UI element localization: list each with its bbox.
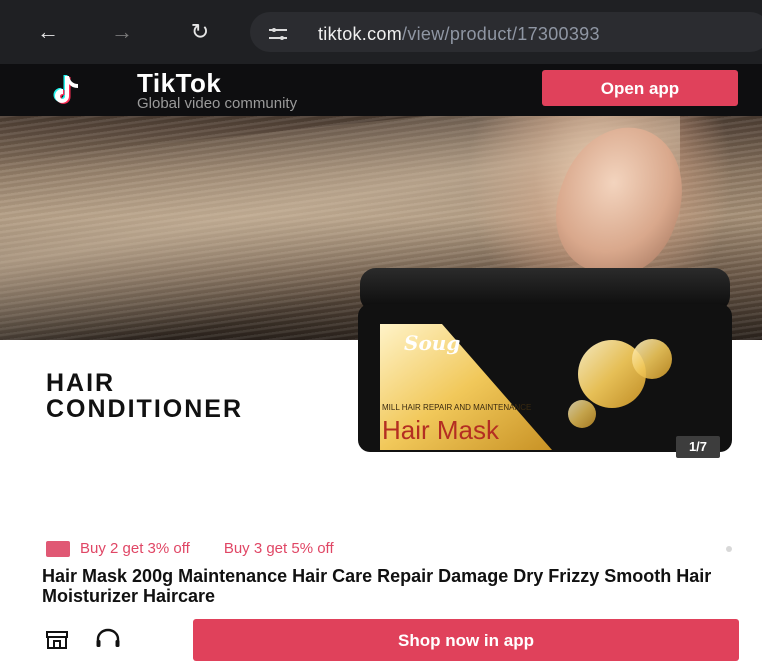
url-path: /view/product/17300393 xyxy=(402,24,600,44)
site-settings-icon[interactable] xyxy=(268,28,288,40)
url-text[interactable]: tiktok.com/view/product/17300393 xyxy=(318,24,600,45)
jar-subtitle-text: MILL HAIR REPAIR AND MAINTENANCE xyxy=(382,403,531,412)
product-jar-image: Soug MILL HAIR REPAIR AND MAINTENANCE Ha… xyxy=(358,268,732,452)
jar-title-text: Hair Mask xyxy=(382,415,500,445)
open-app-button[interactable]: Open app xyxy=(542,70,738,106)
promo-tag-icon xyxy=(46,540,70,557)
image-overlay-title: HAIR CONDITIONER xyxy=(46,370,243,422)
image-overlay-title-line2: CONDITIONER xyxy=(46,395,243,423)
image-overlay-title-line1: HAIR xyxy=(46,369,116,397)
back-arrow-icon[interactable]: ← xyxy=(36,20,60,44)
headset-icon[interactable] xyxy=(95,628,121,650)
image-counter-badge: 1/7 xyxy=(676,436,720,458)
brand-tagline: Global video community xyxy=(137,95,298,112)
tiktok-logo-icon xyxy=(53,75,78,104)
reload-icon[interactable]: ↻ xyxy=(188,20,212,44)
scroll-indicator xyxy=(726,546,732,552)
url-host: tiktok.com xyxy=(318,24,403,44)
promo-offer-2[interactable]: Buy 3 get 5% off xyxy=(224,540,334,557)
shop-now-in-app-button[interactable]: Shop now in app xyxy=(193,619,739,661)
promotions-row[interactable]: Buy 2 get 3% off Buy 3 get 5% off xyxy=(46,540,368,557)
jar-brand-text: Soug xyxy=(404,331,460,355)
shop-icon[interactable] xyxy=(45,630,69,650)
product-title: Hair Mask 200g Maintenance Hair Care Rep… xyxy=(42,566,712,606)
promo-offer-1[interactable]: Buy 2 get 3% off xyxy=(80,540,190,557)
forward-arrow-icon[interactable]: → xyxy=(110,20,134,44)
